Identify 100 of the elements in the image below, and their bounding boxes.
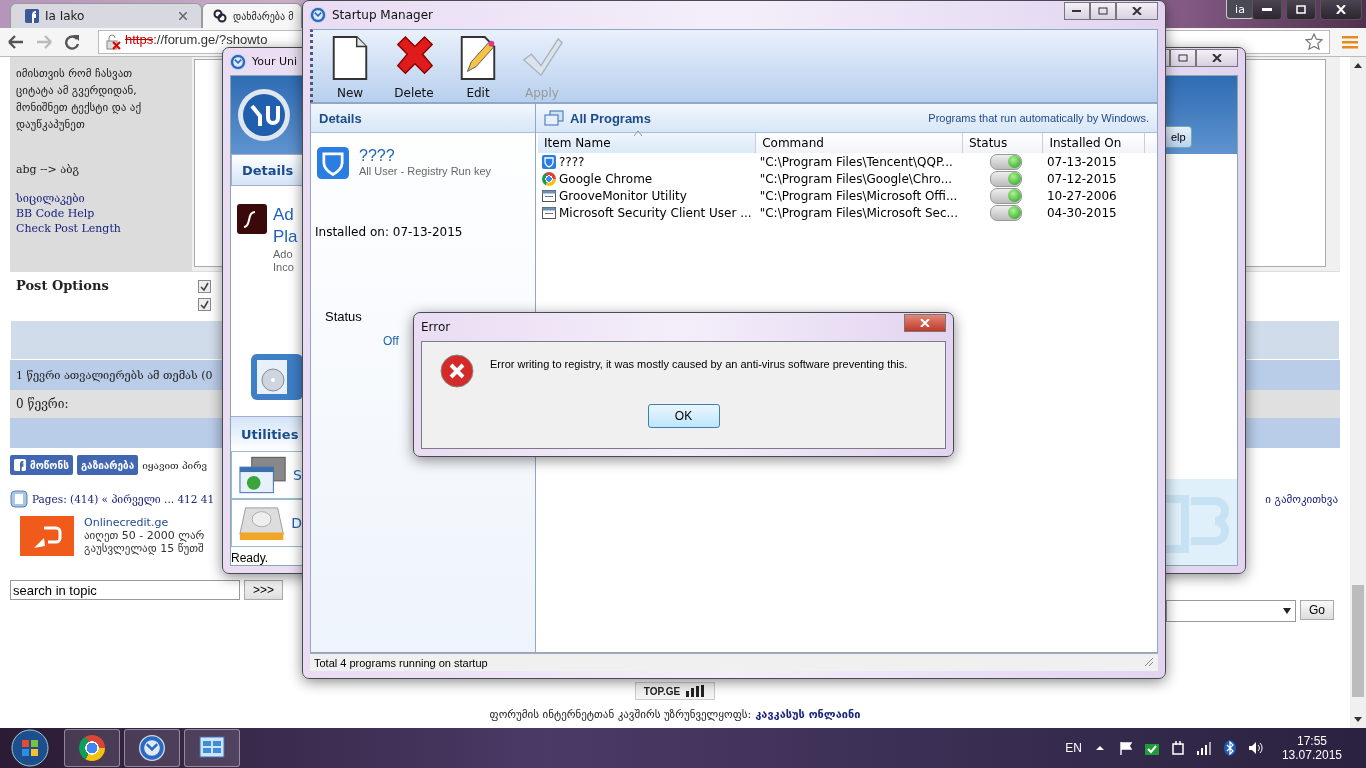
utility-item[interactable]: S: [231, 451, 303, 499]
dialog-title: Error: [421, 320, 451, 334]
status-label: Status: [325, 309, 363, 324]
broken-lock-icon: [105, 34, 121, 50]
pages-icon: [10, 490, 28, 508]
back-icon[interactable]: [8, 35, 24, 49]
close-button[interactable]: [1196, 48, 1238, 67]
poll-link[interactable]: ი გამოკითხვა: [1265, 492, 1338, 506]
like-button[interactable]: მოწონს: [10, 455, 73, 475]
flag-icon[interactable]: [1117, 740, 1134, 756]
hint-text: იმისთვის რომ ჩასვათ ციტატა ამ გვერდიდან, მონიშნეთ ტექსტი და აქ დაუწკაპუნეთ: [16, 66, 143, 133]
column-header[interactable]: Item Name: [538, 133, 756, 153]
status-toggle[interactable]: [990, 204, 1023, 221]
utilities-heading: Utilities: [231, 416, 303, 451]
resize-grip-icon[interactable]: [1144, 657, 1154, 667]
ok-button[interactable]: OK: [647, 404, 720, 428]
forum-icon: [213, 9, 227, 23]
utility-item[interactable]: D: [231, 499, 303, 547]
ad-text: აიღეთ 50 - 2000 ლარ: [84, 529, 205, 542]
panel-note: Programs that run automatically by Windows.: [928, 112, 1149, 124]
window-icon: [238, 455, 288, 495]
status-toggle[interactable]: [990, 170, 1023, 187]
share-button[interactable]: გაზიარება: [76, 455, 139, 475]
minimize-button[interactable]: [1064, 2, 1090, 20]
go-button[interactable]: Go: [1300, 600, 1334, 620]
browser-tab[interactable]: Ia Iako: [10, 3, 202, 28]
bluetooth-icon[interactable]: [1221, 740, 1238, 756]
close-button[interactable]: [1320, 0, 1362, 20]
app-logo-icon: [237, 88, 291, 142]
close-icon: [1212, 53, 1222, 62]
shield-icon: [542, 154, 556, 169]
social-note: იყავით პირვ: [142, 459, 207, 471]
uninstaller-taskbar-button[interactable]: [124, 729, 180, 767]
column-header[interactable]: Installed On: [1042, 133, 1145, 153]
details-tab[interactable]: Details: [231, 154, 303, 186]
scroll-up-icon[interactable]: [1354, 63, 1362, 68]
status-bar-text: Total 4 programs running on startup: [314, 657, 488, 671]
chrome-icon: [79, 735, 105, 761]
close-icon: [1132, 7, 1142, 15]
start-button[interactable]: [10, 728, 50, 768]
help-button[interactable]: elp: [1165, 126, 1192, 148]
table-cell: Microsoft Security Client User ...: [559, 205, 752, 220]
toolbar-button[interactable]: Edit: [453, 34, 503, 102]
scroll-thumb[interactable]: [1352, 585, 1364, 697]
program-name: Pla: [273, 226, 298, 248]
table-cell: "C:\Program Files\Microsoft Sec...: [759, 205, 958, 220]
scroll-down-icon[interactable]: [1354, 717, 1362, 722]
jump-dropdown[interactable]: [1166, 600, 1296, 622]
app-logo-icon: [139, 735, 165, 761]
power-plug-icon[interactable]: [1169, 740, 1186, 756]
help-link[interactable]: Check Post Length: [16, 222, 186, 235]
clock-time[interactable]: 17:55: [1296, 734, 1327, 748]
reload-icon[interactable]: [64, 34, 80, 50]
toolbar-button[interactable]: New: [325, 34, 375, 102]
cd-icon[interactable]: [251, 354, 303, 400]
help-link[interactable]: სიცილაკები: [16, 192, 186, 205]
checkbox[interactable]: [198, 298, 211, 311]
close-button[interactable]: [1116, 2, 1158, 20]
error-message: Error writing to registry, it was mostly caused by an anti-virus software preventing this.: [490, 357, 908, 372]
sort-caret-icon: [634, 131, 642, 136]
footer-text: ფორუმის ინტერნეტთან კავშირს უზრუნველყოფს:: [489, 708, 752, 721]
example-text: abg --> აბგ: [16, 163, 80, 176]
chrome-taskbar-button[interactable]: [64, 729, 120, 767]
maximize-icon: [1098, 7, 1108, 15]
status-toggle[interactable]: [990, 187, 1023, 204]
toolbar-button[interactable]: Delete: [389, 34, 439, 102]
table-cell: GrooveMonitor Utility: [559, 188, 687, 203]
ad-title[interactable]: Onlinecredit.ge: [84, 516, 205, 529]
minimize-icon: [1262, 7, 1272, 12]
search-field[interactable]: search in topic: [10, 580, 240, 600]
maximize-button[interactable]: [1286, 0, 1316, 20]
column-header[interactable]: Command: [755, 133, 963, 153]
volume-icon[interactable]: [1247, 740, 1264, 756]
table-cell: Google Chrome: [559, 171, 653, 186]
dropdown-caret-icon: [1283, 608, 1291, 614]
browser-tab[interactable]: დახმარება მ: [202, 3, 303, 28]
install-date: Installed on: 07-13-2015: [315, 225, 464, 239]
checkbox[interactable]: [198, 280, 211, 293]
facebook-icon: [25, 9, 39, 23]
table-cell: "C:\Program Files\Google\Chro...: [759, 171, 953, 186]
language-indicator[interactable]: EN: [1065, 741, 1082, 755]
close-tab-icon[interactable]: [179, 12, 187, 20]
help-link[interactable]: BB Code Help: [16, 207, 186, 220]
provider-link[interactable]: კავკასუს ონლაინი: [755, 708, 861, 721]
bookmark-star-icon[interactable]: [1305, 33, 1323, 51]
program-name: ????: [359, 147, 396, 165]
maximize-button[interactable]: [1170, 48, 1196, 67]
search-button[interactable]: >>>: [244, 580, 284, 600]
window-grid-icon: [199, 736, 225, 760]
status-toggle[interactable]: [990, 153, 1023, 170]
scrollbar[interactable]: [1350, 57, 1366, 728]
counter-badge[interactable]: TOP.GE: [634, 682, 716, 700]
clock-date[interactable]: 13.07.2015: [1281, 748, 1342, 762]
signal-icon[interactable]: [1195, 740, 1212, 756]
profile-badge[interactable]: ia: [1226, 0, 1254, 19]
column-header[interactable]: Status: [962, 133, 1043, 153]
minimize-button[interactable]: [1252, 0, 1282, 20]
control-panel-taskbar-button[interactable]: [184, 729, 240, 767]
members-text: 0 წევრი:: [16, 397, 69, 411]
chrome-icon: [542, 171, 556, 186]
